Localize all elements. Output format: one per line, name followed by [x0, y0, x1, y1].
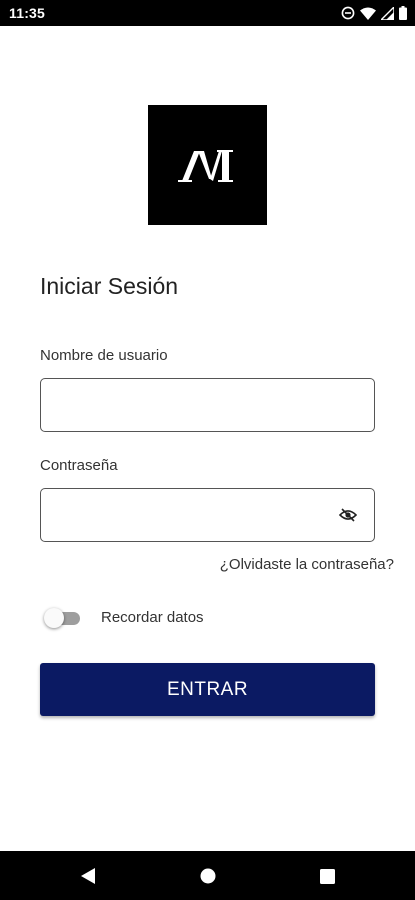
- home-button[interactable]: [195, 863, 221, 889]
- home-icon: [200, 868, 216, 884]
- remember-switch[interactable]: [44, 608, 80, 628]
- recents-icon: [319, 868, 335, 884]
- password-label: Contraseña: [40, 457, 118, 474]
- username-input[interactable]: [40, 378, 375, 432]
- back-icon: [81, 868, 95, 884]
- signal-icon: [381, 6, 394, 20]
- recents-button[interactable]: [314, 863, 340, 889]
- status-icons: [341, 6, 407, 20]
- forgot-password-link[interactable]: ¿Olvidaste la contraseña?: [220, 556, 394, 573]
- brand-logo-m-icon: [178, 150, 233, 182]
- back-button[interactable]: [75, 863, 101, 889]
- status-time: 11:35: [9, 5, 46, 21]
- wifi-icon: [360, 7, 376, 20]
- submit-button[interactable]: ENTRAR: [40, 663, 375, 716]
- brand-logo: [148, 105, 267, 225]
- eye-off-icon: [339, 508, 357, 522]
- password-visibility-toggle[interactable]: [336, 505, 360, 525]
- battery-icon: [399, 6, 407, 20]
- remember-switch-thumb: [44, 608, 64, 628]
- page-title: Iniciar Sesión: [40, 273, 179, 299]
- status-bar: 11:35: [0, 0, 415, 26]
- do-not-disturb-icon: [341, 6, 355, 20]
- navigation-bar: [0, 851, 415, 900]
- remember-label[interactable]: Recordar datos: [101, 609, 204, 626]
- username-label: Nombre de usuario: [40, 347, 168, 364]
- password-input[interactable]: [40, 488, 375, 542]
